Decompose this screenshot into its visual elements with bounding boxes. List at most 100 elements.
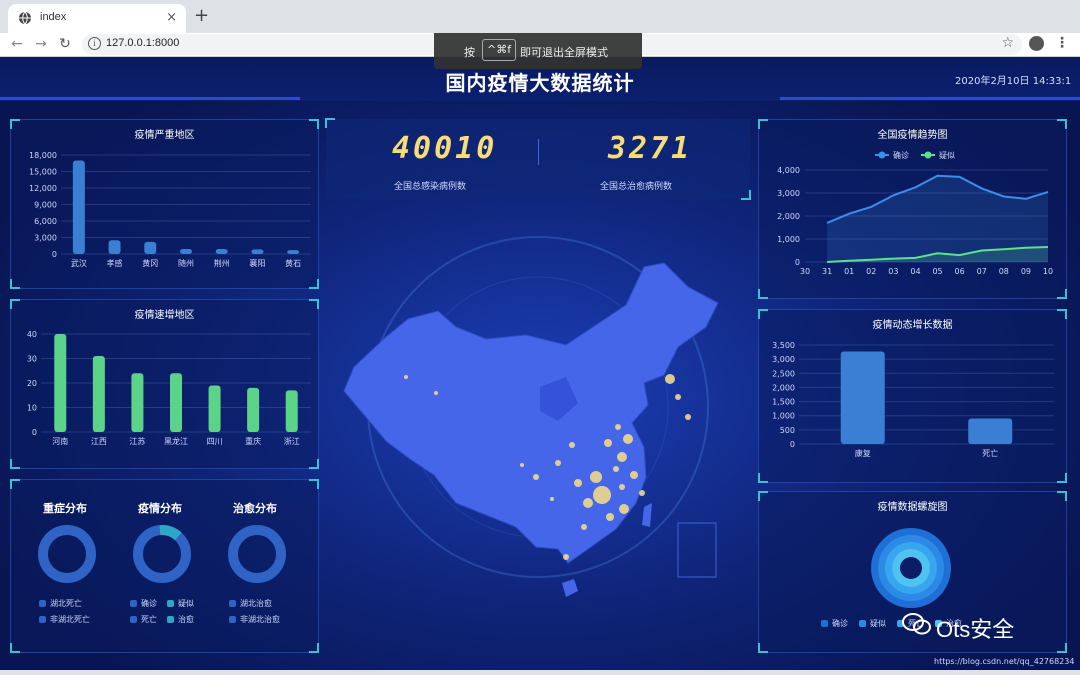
growth-data-panel: 疫情动态增长数据 0 500 1,000 1,500 2,000 2,500 3,000 3,… [758,309,1067,483]
donut-severe [38,525,96,583]
x-tick-label: 30 [800,267,810,276]
epidemic-marker [619,504,629,514]
bar [208,385,221,432]
legend-item: 疑似 [859,618,886,629]
legend-marker [878,151,886,159]
bar [170,373,182,432]
x-tick-label: 荆州 [214,258,230,268]
epidemic-marker [583,498,593,508]
x-tick-label: 河南 [52,436,68,446]
total-cured-label: 全国总治愈病例数 [600,182,673,192]
close-tab-icon[interactable]: × [166,10,177,25]
epidemic-marker [623,434,633,444]
china-map [343,236,719,597]
browser-tab[interactable]: index × [8,4,186,33]
epidemic-marker [563,554,569,560]
bookmark-star-icon[interactable]: ☆ [1001,35,1014,51]
counter-divider [538,139,539,165]
legend-item: 确诊 [821,618,848,629]
legend-item: 确诊 [130,598,157,609]
bar [108,240,121,254]
y-tick-label: 20 [27,379,37,388]
x-tick-label: 黄冈 [142,258,158,268]
hainan-island [562,579,578,597]
legend-item: 死亡 [130,614,157,625]
y-tick-label: 0 [795,258,800,267]
dashboard: 国内疫情大数据统计 2020年2月10日 14:33:1 疫情严重地区 0 3,0… [0,57,1080,670]
x-tick-label: 死亡 [982,448,998,458]
browser-menu-icon[interactable]: ⋮ [1055,35,1069,51]
x-tick-label: 07 [977,267,987,276]
epidemic-marker [615,424,621,430]
x-tick-label: 04 [910,267,920,276]
tab-title: index [40,11,67,23]
bar [285,390,298,432]
y-tick-label: 0 [52,250,57,259]
bar [840,351,885,444]
fullscreen-toast: 按 ^⌘f 即可退出全屏模式 [434,33,642,69]
reload-icon[interactable]: ↻ [56,34,74,54]
page-title: 国内疫情大数据统计 [445,71,635,95]
header-decoration-right [780,97,1080,100]
toast-shortcut-key: ^⌘f [482,39,517,61]
epidemic-marker [617,452,627,462]
severe-regions-bar-chart: 0 3,000 6,000 9,000 12,000 15,000 18,000 武汉 孝感 黄冈… [29,151,311,268]
y-tick-label: 6,000 [34,217,57,226]
wechat-icon [902,613,931,635]
x-tick-label: 孝感 [107,258,123,268]
toast-suffix: 即可退出全屏模式 [520,46,608,59]
forward-icon[interactable]: → [32,34,50,54]
epidemic-marker [520,463,524,467]
new-tab-icon[interactable]: + [194,5,209,26]
donut-cured [228,525,286,583]
y-tick-label: 1,000 [772,412,795,421]
x-tick-label: 浙江 [284,436,300,446]
x-tick-label: 10 [1043,267,1053,276]
toast-prefix: 按 [464,46,475,59]
profile-avatar-icon[interactable] [1029,36,1044,51]
x-tick-label: 05 [932,267,942,276]
epidemic-marker [590,471,602,483]
y-tick-label: 1,500 [772,398,795,407]
bar [72,160,85,254]
spiral-center [900,557,922,579]
legend-marker [924,151,932,159]
legend-item: 疑似 [167,598,194,609]
epidemic-marker [604,439,612,447]
growth-bar-chart: 0 500 1,000 1,500 2,000 2,500 3,000 3,500 康复 死亡 [772,341,1054,458]
x-tick-label: 31 [822,267,832,276]
bar [131,373,144,432]
bar [968,418,1013,444]
epidemic-marker [613,466,619,472]
legend-item: 湖北治愈 [229,598,272,609]
total-infected-label: 全国总感染病例数 [394,182,467,192]
south-china-sea-inset [677,522,717,578]
distribution-panel: 重症分布 疫情分布 治愈分布 湖北死亡 非湖北死亡 确诊 疑似 死亡 治愈 湖北… [10,479,319,653]
x-tick-label: 襄阳 [249,258,265,268]
y-tick-label: 3,500 [772,341,795,350]
epidemic-marker [675,394,681,400]
back-icon[interactable]: ← [8,34,26,54]
epidemic-marker [593,486,611,504]
bar [180,249,192,254]
epidemic-marker [619,484,625,490]
legend-item: 非湖北死亡 [39,614,90,625]
x-tick-label: 01 [844,267,854,276]
epidemic-marker [639,490,645,496]
y-tick-label: 15,000 [29,168,57,177]
info-icon[interactable]: i [88,37,101,50]
epidemic-marker [569,442,575,448]
epidemic-marker [574,479,582,487]
y-tick-label: 18,000 [29,151,57,160]
x-tick-label: 09 [1021,267,1031,276]
epidemic-marker [606,513,614,521]
bar [287,250,300,254]
x-tick-label: 重庆 [245,436,261,446]
header-decoration-left [0,97,300,100]
x-tick-label: 03 [888,267,898,276]
y-tick-label: 12,000 [29,184,57,193]
epidemic-marker [630,471,638,479]
x-tick-label: 江西 [91,437,107,446]
y-tick-label: 3,000 [772,355,795,364]
counters-panel: 40010 全国总感染病例数 3271 全国总治愈病例数 [325,118,751,200]
